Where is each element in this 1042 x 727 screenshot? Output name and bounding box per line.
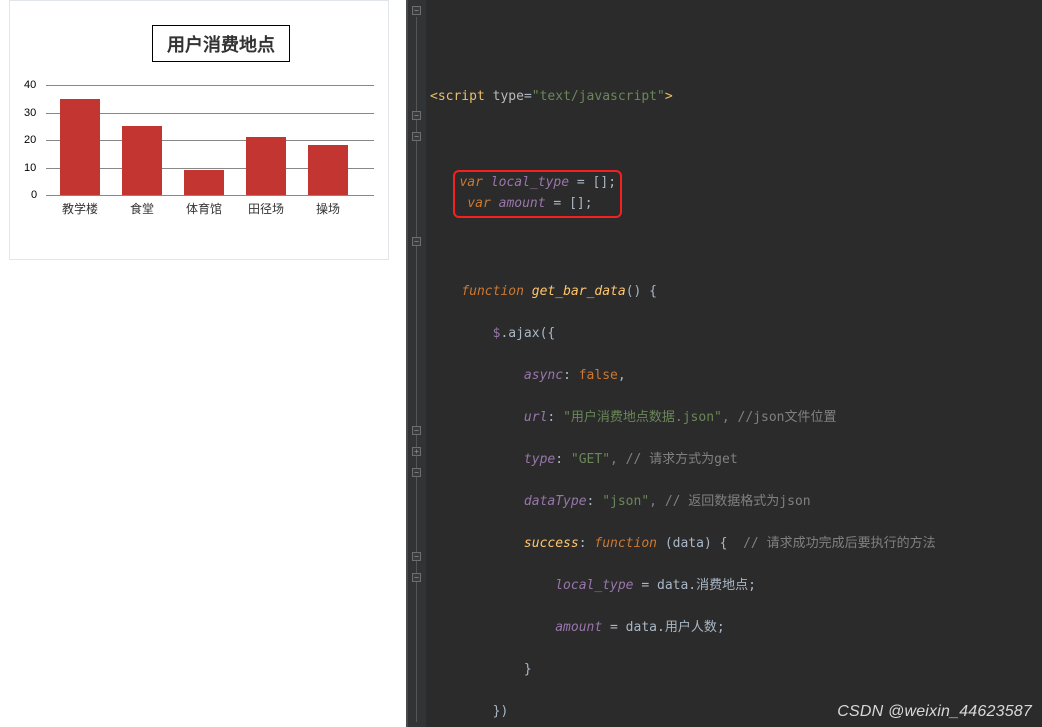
y-tick: 10 bbox=[24, 162, 36, 174]
chart-panel: 用户消费地点 40 30 20 10 0 教学楼 食堂 体育馆 田径场 操场 bbox=[9, 0, 389, 260]
code-editor[interactable]: <script type="text/javascript"> var loca… bbox=[406, 0, 1042, 727]
bar bbox=[60, 99, 100, 195]
bar bbox=[184, 170, 224, 195]
fold-icon[interactable] bbox=[412, 573, 421, 582]
x-axis-labels: 教学楼 食堂 体育馆 田径场 操场 bbox=[46, 200, 374, 217]
fold-icon[interactable] bbox=[412, 237, 421, 246]
x-tick: 体育馆 bbox=[184, 200, 224, 217]
highlight-vars: var local_type = []; var amount = []; bbox=[453, 170, 622, 218]
x-tick: 教学楼 bbox=[60, 200, 100, 217]
x-tick: 食堂 bbox=[122, 200, 162, 217]
fold-icon[interactable] bbox=[412, 111, 421, 120]
y-tick: 20 bbox=[24, 134, 36, 146]
x-tick: 操场 bbox=[308, 200, 348, 217]
chart-plot-area: 40 30 20 10 0 教学楼 食堂 体育馆 田径场 操场 bbox=[46, 63, 376, 223]
y-tick: 40 bbox=[24, 79, 36, 91]
bars bbox=[46, 85, 374, 195]
y-tick: 0 bbox=[31, 189, 37, 201]
bar bbox=[246, 137, 286, 195]
bar bbox=[122, 126, 162, 195]
fold-icon[interactable] bbox=[412, 447, 421, 456]
fold-icon[interactable] bbox=[412, 552, 421, 561]
bar bbox=[308, 145, 348, 195]
fold-icon[interactable] bbox=[412, 132, 421, 141]
fold-icon[interactable] bbox=[412, 426, 421, 435]
y-tick: 30 bbox=[24, 107, 36, 119]
chart-title: 用户消费地点 bbox=[152, 25, 290, 62]
watermark: CSDN @weixin_44623587 bbox=[837, 703, 1032, 721]
x-tick: 田径场 bbox=[246, 200, 286, 217]
fold-icon[interactable] bbox=[412, 6, 421, 15]
code-content[interactable]: <script type="text/javascript"> var loca… bbox=[426, 65, 1042, 727]
fold-icon[interactable] bbox=[412, 468, 421, 477]
gutter bbox=[408, 0, 426, 727]
